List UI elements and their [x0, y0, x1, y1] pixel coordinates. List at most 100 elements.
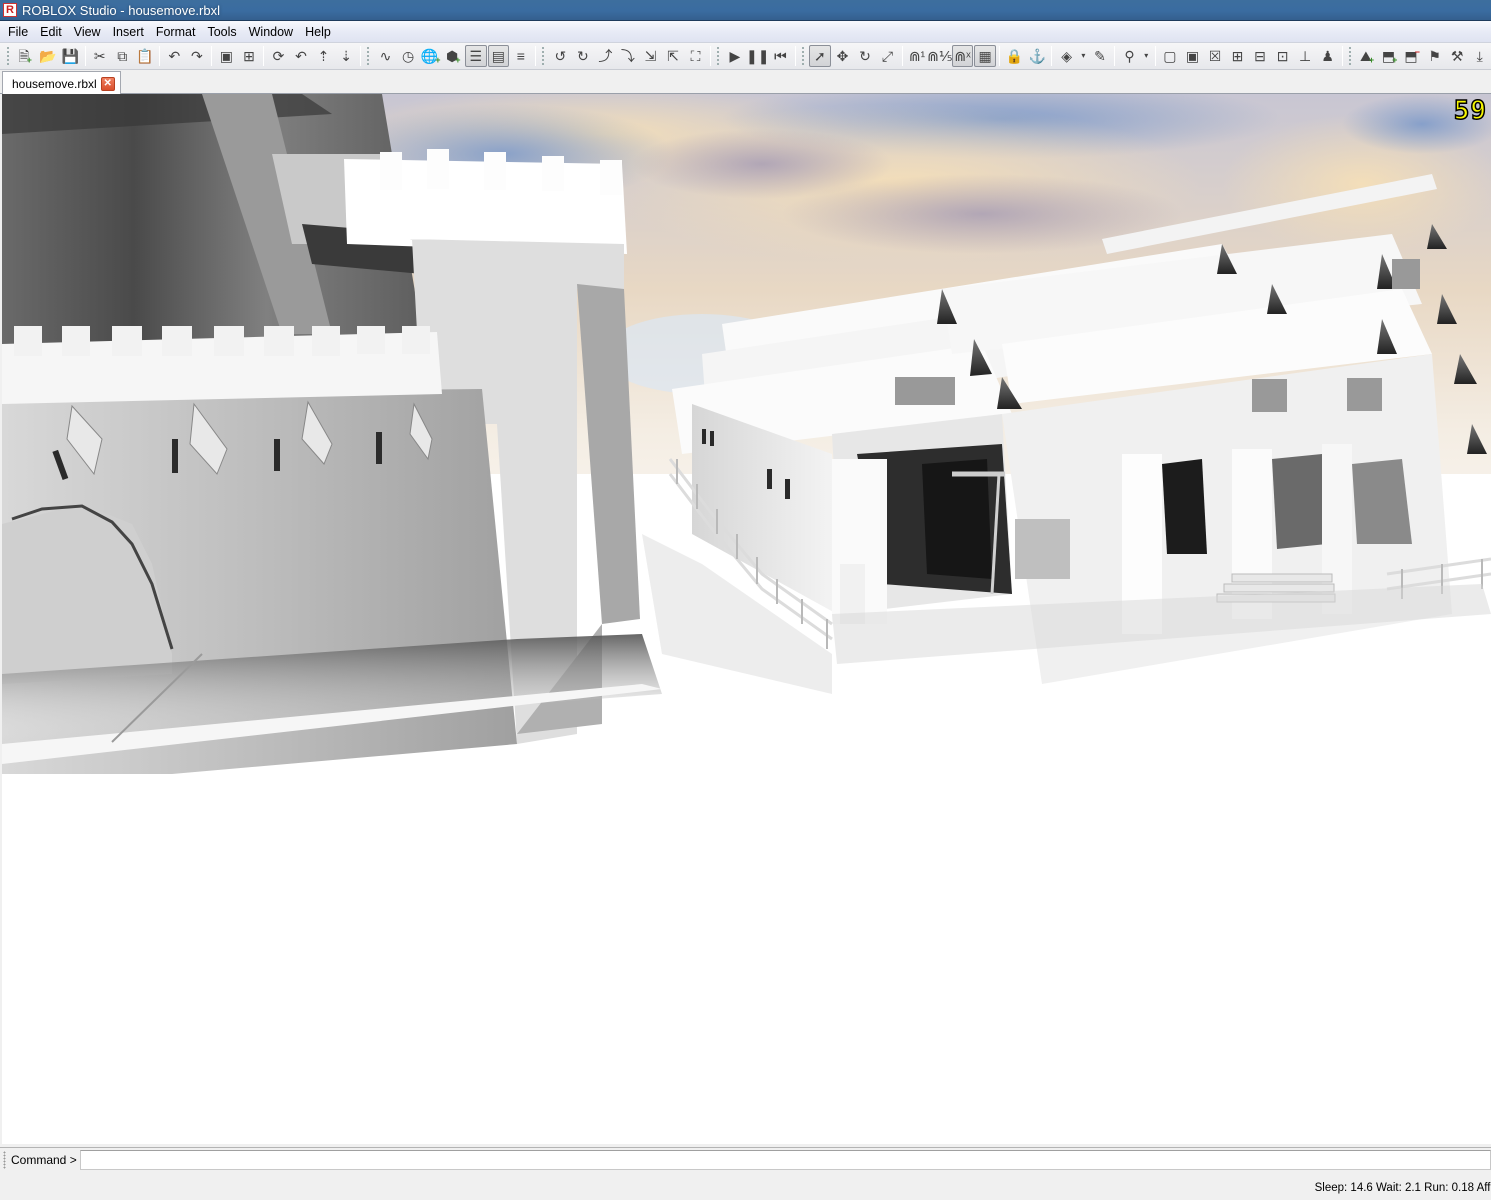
scheduler-clock-button[interactable]: ◷: [397, 45, 419, 67]
status-bar: Sleep: 14.6 Wait: 2.1 Run: 0.18 Affi: [0, 1171, 1491, 1200]
ungroup-button[interactable]: ⊞: [238, 45, 260, 67]
explorer-tree-button[interactable]: ☰: [465, 45, 487, 67]
paste-button[interactable]: 📋: [134, 45, 156, 67]
insert-part-button[interactable]: ⬢ +: [443, 45, 465, 67]
undo-button[interactable]: ↶: [164, 45, 186, 67]
group-button[interactable]: ▣: [216, 45, 238, 67]
insert-terrain-button[interactable]: ⛰ +: [1356, 45, 1378, 67]
add-badge-icon: +: [435, 54, 441, 65]
surface-smooth-button[interactable]: ▢: [1159, 45, 1181, 67]
move-down-button[interactable]: ⇣: [335, 45, 357, 67]
menu-insert[interactable]: Insert: [107, 22, 150, 42]
toolbar-separator: [1051, 46, 1053, 66]
material-dropdown-button[interactable]: ▾: [1141, 45, 1151, 67]
remove-model-button[interactable]: ⬒ −: [1401, 45, 1423, 67]
surface-hinge-icon: ⊥: [1298, 48, 1312, 64]
open-folder-button[interactable]: 📂: [37, 45, 59, 67]
rotate-button[interactable]: ↻: [854, 45, 876, 67]
rotate-yaw-button[interactable]: ⟳: [268, 45, 290, 67]
window-title: ROBLOX Studio - housemove.rbxl: [22, 2, 220, 18]
join-surfaces-button[interactable]: ⚑: [1424, 45, 1446, 67]
reset-button[interactable]: ⏮: [770, 45, 792, 67]
paint-dropdown-button[interactable]: ▾: [1078, 45, 1088, 67]
resize-button[interactable]: ⤢: [877, 45, 899, 67]
drop-to-surface-button[interactable]: ⤓: [1469, 45, 1491, 67]
camera-orbit-right-button[interactable]: ↻: [572, 45, 594, 67]
toolbar-grip[interactable]: [715, 46, 720, 66]
3d-viewport[interactable]: 59: [2, 94, 1491, 1144]
cut-button[interactable]: ✂: [89, 45, 111, 67]
copy-button[interactable]: ⧉: [112, 45, 134, 67]
tilt-icon: ↶: [295, 48, 307, 64]
surface-weld-icon: ☒: [1208, 48, 1222, 64]
toolbar-grip[interactable]: [366, 46, 371, 66]
surface-universal-button[interactable]: ⊡: [1272, 45, 1294, 67]
surface-motor-button[interactable]: ♟: [1317, 45, 1339, 67]
toolbar-grip[interactable]: [1347, 46, 1352, 66]
redo-button[interactable]: ↷: [186, 45, 208, 67]
menu-edit[interactable]: Edit: [34, 22, 68, 42]
camera-orbit-left-button[interactable]: ↺: [550, 45, 572, 67]
toolbar-separator: [999, 46, 1001, 66]
run-play-icon: ▶: [729, 48, 741, 64]
surface-universal-icon: ⊡: [1276, 48, 1289, 64]
open-folder-icon: 📂: [38, 48, 57, 64]
move-up-button[interactable]: ⇡: [313, 45, 335, 67]
performance-stats-button[interactable]: ∿: [375, 45, 397, 67]
collisions-toggle-button[interactable]: ▦: [974, 45, 996, 67]
build-hammer-button[interactable]: ⚒: [1446, 45, 1468, 67]
surface-studs-button[interactable]: ⊞: [1227, 45, 1249, 67]
properties-panel-button[interactable]: ▤: [487, 45, 510, 67]
insert-model-globe-button[interactable]: 🌐 +: [420, 45, 442, 67]
run-play-button[interactable]: ▶: [724, 45, 746, 67]
zoom-extents-button[interactable]: ⛶: [685, 45, 707, 67]
grid-1-stud-button[interactable]: ⋒¹: [906, 45, 928, 67]
pause-button[interactable]: ❚❚: [746, 45, 769, 67]
redo-icon: ↷: [191, 48, 203, 64]
toolbar-separator: [159, 46, 161, 66]
lock-button[interactable]: 🔒: [1004, 45, 1026, 67]
toolbar-grip[interactable]: [800, 46, 805, 66]
camera-tilt-up-icon: ⤴: [598, 48, 613, 64]
insert-model-button[interactable]: ⬒ +: [1379, 45, 1401, 67]
drag-move-icon: ✥: [836, 48, 849, 64]
title-bar: R ROBLOX Studio - housemove.rbxl: [0, 0, 1491, 21]
paste-icon: 📋: [136, 48, 154, 64]
select-pointer-button[interactable]: ➚: [809, 45, 831, 67]
toolbar-separator: [263, 46, 265, 66]
menu-format[interactable]: Format: [150, 22, 202, 42]
move-down-icon: ⇣: [340, 48, 352, 64]
save-button[interactable]: 💾: [59, 45, 81, 67]
tilt-button[interactable]: ↶: [290, 45, 312, 67]
main-toolbar: 🗎 + 📂 💾 ✂ ⧉ 📋 ↶ ↷ ▣ ⊞ ⟳ ↶ ⇡ ⇣ ∿ ◷ 🌐 + ⬢ + ☰ ▤ ≡ ↺ ↻ ⤴ ⤵ ⇲ ⇱ ⛶ ▶ ❚❚ ⏮ ➚ ✥ ↻ ⤢ ⋒…: [0, 42, 1491, 70]
surface-hinge-button[interactable]: ⊥: [1294, 45, 1316, 67]
surface-motor-icon: ♟: [1321, 48, 1334, 64]
surface-inlet-button[interactable]: ⊟: [1249, 45, 1271, 67]
grid-off-button[interactable]: ⋒ˣ: [951, 45, 974, 67]
drop-to-surface-icon: ⤓: [1476, 48, 1483, 64]
menu-window[interactable]: Window: [243, 22, 299, 42]
surface-weld-button[interactable]: ☒: [1204, 45, 1226, 67]
surface-glue-button[interactable]: ▣: [1182, 45, 1204, 67]
grid-one-fifth-stud-button[interactable]: ⋒⅕: [927, 45, 952, 67]
new-file-button[interactable]: 🗎 +: [14, 45, 36, 67]
menu-view[interactable]: View: [68, 22, 107, 42]
menu-help[interactable]: Help: [299, 22, 337, 42]
output-console-button[interactable]: ≡: [510, 45, 532, 67]
command-input[interactable]: [79, 1149, 1491, 1170]
toolbar-grip[interactable]: [541, 46, 546, 66]
camera-tilt-up-button[interactable]: ⤴: [595, 45, 617, 67]
tab-housemove[interactable]: housemove.rbxl ✕: [2, 71, 121, 95]
drag-move-button[interactable]: ✥: [832, 45, 854, 67]
camera-zoom-in-button[interactable]: ⇲: [640, 45, 662, 67]
menu-tools[interactable]: Tools: [201, 22, 242, 42]
menu-file[interactable]: File: [2, 22, 34, 42]
camera-zoom-out-button[interactable]: ⇱: [662, 45, 684, 67]
anchor-button[interactable]: ⚓: [1026, 45, 1048, 67]
paint-bucket-button[interactable]: ◈: [1056, 45, 1078, 67]
material-hinge-button[interactable]: ⚲: [1119, 45, 1141, 67]
close-tab-icon[interactable]: ✕: [100, 76, 115, 91]
color-picker-dropper-button[interactable]: ✎: [1089, 45, 1111, 67]
toolbar-grip[interactable]: [6, 46, 10, 66]
camera-tilt-down-button[interactable]: ⤵: [617, 45, 639, 67]
